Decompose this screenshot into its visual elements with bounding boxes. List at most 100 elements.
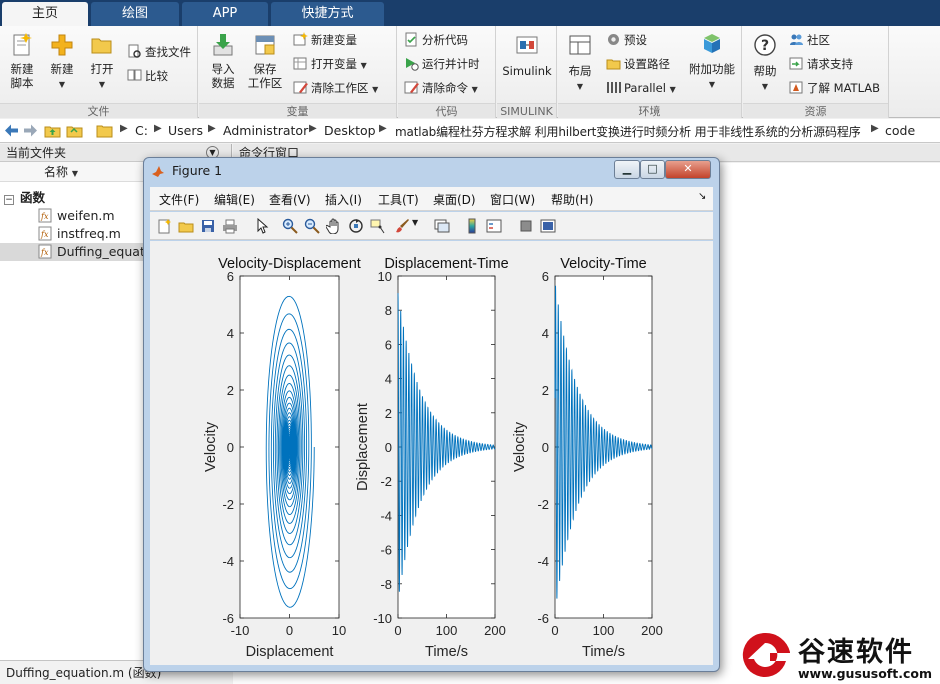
new-script-button[interactable]: 新建 脚本: [4, 32, 40, 90]
undock-arrow-icon[interactable]: ↘: [698, 191, 706, 202]
forward-arrow-icon[interactable]: [22, 122, 39, 139]
breadcrumb-separator-icon: ▶: [871, 123, 879, 134]
open-variable-icon: [293, 57, 307, 70]
menu-file[interactable]: 文件(F): [159, 191, 199, 208]
link-plot-icon[interactable]: [434, 218, 450, 234]
x-tick-label: 10: [332, 623, 346, 638]
menu-tools[interactable]: 工具(T): [378, 191, 419, 208]
chevron-down-icon[interactable]: ▼: [412, 218, 418, 227]
layout-button[interactable]: 布局 ▼: [562, 32, 598, 94]
figure-menubar: 文件(F) 编辑(E) 查看(V) 插入(I) 工具(T) 桌面(D) 窗口(W…: [150, 187, 713, 211]
print-icon[interactable]: [222, 218, 238, 234]
tree-group-functions[interactable]: − 函数: [4, 189, 45, 207]
menu-help[interactable]: 帮助(H): [551, 191, 593, 208]
y-tick-label: 4: [542, 326, 549, 341]
maximize-button[interactable]: □: [640, 160, 665, 179]
plus-icon: [51, 34, 73, 56]
minimize-button[interactable]: ▁: [614, 160, 640, 179]
figure-canvas[interactable]: -10 0 10 -6 -4 -2 0 2 4 6 Velocity-Displacement Dis…: [150, 241, 713, 665]
pan-hand-icon[interactable]: [326, 218, 342, 234]
open-file-icon[interactable]: [178, 218, 194, 234]
y-tick-label: 0: [227, 440, 234, 455]
import-data-button[interactable]: 导入 数据: [205, 32, 241, 90]
simulink-button[interactable]: Simulink: [499, 32, 555, 78]
zoom-in-icon[interactable]: [282, 218, 298, 234]
clear-commands-icon: [404, 81, 419, 94]
breadcrumb-item[interactable]: C:: [135, 123, 148, 138]
open-button[interactable]: 打开 ▼: [84, 32, 120, 92]
y-tick-label: -2: [380, 474, 392, 489]
chevron-down-icon: ▼: [669, 85, 676, 94]
addons-button[interactable]: 附加功能 ▼: [686, 32, 738, 92]
analyze-code-button[interactable]: 分析代码: [404, 30, 468, 50]
close-button[interactable]: ✕: [665, 160, 711, 179]
menu-edit[interactable]: 编辑(E): [214, 191, 255, 208]
up-folder-icon[interactable]: [44, 122, 61, 139]
new-label: 新建: [50, 62, 74, 76]
hide-plot-tools-icon[interactable]: [518, 218, 534, 234]
new-button[interactable]: 新建 ▼: [44, 32, 80, 92]
pointer-icon[interactable]: [254, 218, 270, 234]
menu-insert[interactable]: 插入(I): [325, 191, 362, 208]
y-axis-label: Velocity: [203, 421, 219, 472]
clear-commands-button[interactable]: 清除命令 ▼: [404, 78, 478, 98]
tab-home[interactable]: 主页: [2, 2, 88, 26]
y-tick-label: -4: [222, 554, 234, 569]
tab-apps[interactable]: APP: [182, 2, 268, 26]
community-icon: [790, 34, 803, 45]
figure-window: Figure 1 ▁ □ ✕ 文件(F) 编辑(E) 查看(V) 插入(I) 工…: [143, 157, 720, 672]
preferences-button[interactable]: 预设: [606, 30, 647, 50]
tab-plots[interactable]: 绘图: [91, 2, 179, 26]
chevron-down-icon: ▼: [761, 82, 769, 91]
menu-view[interactable]: 查看(V): [269, 191, 311, 208]
back-arrow-icon[interactable]: [3, 122, 20, 139]
parallel-button[interactable]: Parallel ▼: [606, 78, 676, 98]
y-tick-label: 4: [385, 372, 392, 387]
y-tick-label: -10: [373, 611, 392, 626]
tab-shortcuts[interactable]: 快捷方式: [271, 2, 384, 26]
request-support-button[interactable]: 请求支持: [789, 54, 853, 74]
matlab-logo-icon: [152, 166, 164, 177]
brush-icon[interactable]: [394, 218, 410, 234]
browse-folder-icon[interactable]: [66, 122, 83, 139]
save-icon[interactable]: [200, 218, 216, 234]
zoom-out-icon[interactable]: [304, 218, 320, 234]
figure-title: Figure 1: [172, 163, 223, 178]
legend-icon[interactable]: [486, 218, 502, 234]
community-button[interactable]: 社区: [789, 30, 830, 50]
learn-matlab-label: 了解 MATLAB: [807, 81, 881, 95]
new-figure-icon[interactable]: [156, 218, 172, 234]
save-workspace-button[interactable]: 保存 工作区: [245, 32, 285, 90]
function-file-icon: fx: [38, 208, 52, 223]
find-files-button[interactable]: 查找文件: [127, 42, 191, 62]
clear-workspace-button[interactable]: 清除工作区 ▼: [293, 78, 378, 98]
help-button[interactable]: ? 帮助 ▼: [747, 32, 783, 94]
menu-desktop[interactable]: 桌面(D): [433, 191, 476, 208]
y-tick-label: -6: [380, 543, 392, 558]
breadcrumb-item[interactable]: code: [885, 123, 915, 138]
breadcrumb-item[interactable]: Users: [168, 123, 203, 138]
x-tick-label: 200: [641, 623, 663, 638]
breadcrumb-item[interactable]: Desktop: [324, 123, 376, 138]
breadcrumb-item[interactable]: matlab编程杜芬方程求解 利用hilbert变换进行时频分析 用于非线性系统…: [395, 123, 861, 140]
help-icon: ?: [754, 34, 776, 56]
run-and-time-button[interactable]: 运行并计时: [404, 54, 480, 74]
open-variable-button[interactable]: 打开变量 ▼: [293, 54, 367, 74]
learn-matlab-button[interactable]: 了解 MATLAB: [789, 78, 880, 98]
compare-button[interactable]: 比较: [127, 66, 168, 86]
breadcrumb-separator-icon: ▶: [154, 123, 162, 134]
colorbar-icon[interactable]: [464, 218, 480, 234]
data-cursor-icon[interactable]: [370, 218, 386, 234]
show-plot-tools-icon[interactable]: [540, 218, 556, 234]
menu-window[interactable]: 窗口(W): [490, 191, 535, 208]
run-and-time-label: 运行并计时: [422, 57, 480, 71]
breadcrumb-item[interactable]: Administrator: [223, 123, 308, 138]
set-path-button[interactable]: 设置路径: [606, 54, 670, 74]
compare-icon: [127, 69, 142, 81]
ribbon-group-label-resources: 资源: [743, 103, 888, 118]
chevron-down-icon: ▼: [708, 80, 716, 89]
new-variable-button[interactable]: 新建变量: [293, 30, 357, 50]
rotate-3d-icon[interactable]: [348, 218, 364, 234]
collapse-icon[interactable]: −: [4, 195, 14, 205]
subplot-container[interactable]: -10 0 10-6-4-20246Velocity-DisplacementDis…: [150, 241, 713, 665]
